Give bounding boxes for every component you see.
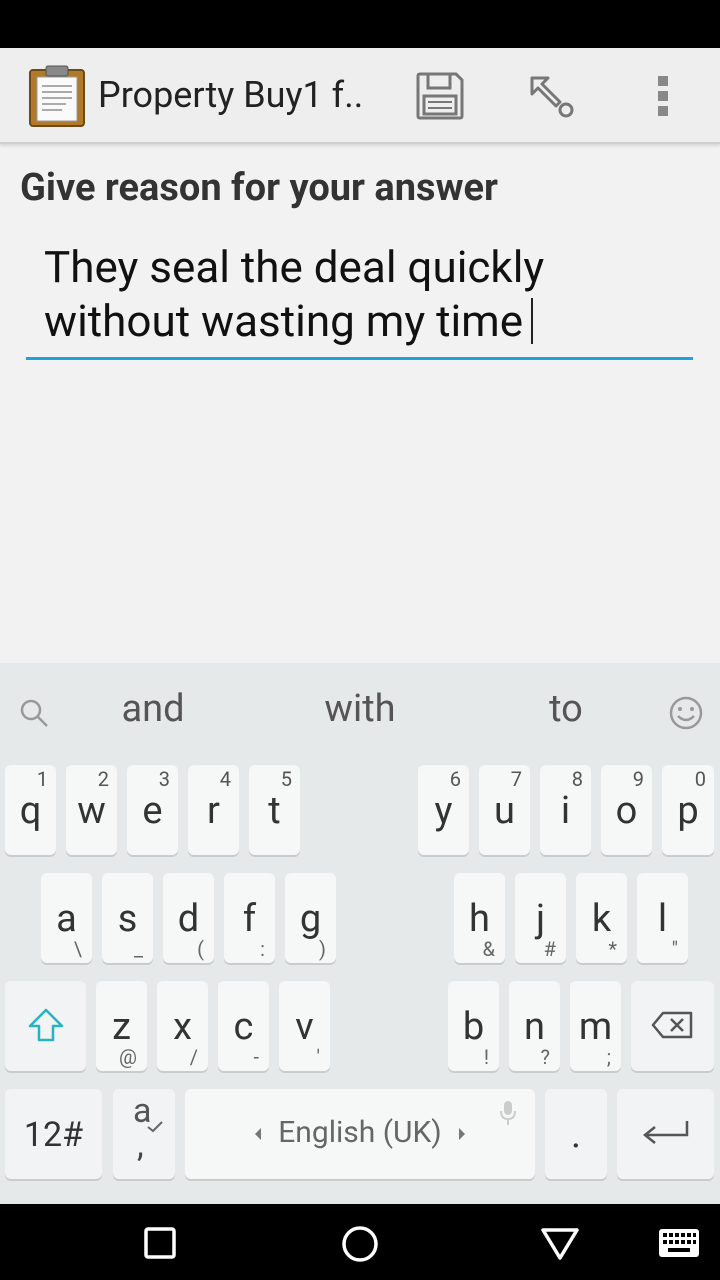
symbols-key[interactable]: 12#: [5, 1089, 102, 1179]
key-x[interactable]: x /: [157, 981, 208, 1071]
status-bar: [0, 0, 720, 48]
chevron-right-icon: [459, 1128, 465, 1140]
key-a[interactable]: a \: [41, 873, 92, 963]
key-c[interactable]: c-: [218, 981, 269, 1071]
microphone-icon: [500, 1101, 516, 1125]
navigation-bar: [0, 1204, 720, 1280]
space-key[interactable]: English (UK): [185, 1089, 535, 1179]
check-icon: [147, 1121, 163, 1133]
app-title: Property Buy1 f..: [98, 74, 364, 116]
search-icon[interactable]: [18, 697, 50, 729]
keyboard-switch-icon[interactable]: [658, 1228, 700, 1258]
key-d[interactable]: d(: [163, 873, 214, 963]
backspace-key[interactable]: [631, 981, 714, 1071]
key-t[interactable]: 5t: [249, 765, 300, 855]
key-p[interactable]: 0p: [662, 765, 714, 855]
key-b[interactable]: b!: [448, 981, 499, 1071]
recents-icon[interactable]: [143, 1226, 177, 1260]
answer-line-1: They seal the deal quickly: [44, 241, 545, 293]
save-icon[interactable]: [414, 70, 466, 122]
clipboard-icon: [29, 65, 85, 127]
app-bar: Property Buy1 f..: [0, 48, 720, 144]
key-n[interactable]: n?: [509, 981, 560, 1071]
suggestion-1[interactable]: and: [63, 687, 243, 731]
key-k[interactable]: k *: [576, 873, 627, 963]
key-s[interactable]: s _: [102, 873, 153, 963]
keyboard: and with to 1q 2w 3e 4r 5t 6y 7u 8i 9o 0…: [0, 663, 720, 1204]
emoji-icon[interactable]: [668, 695, 704, 731]
answer-input[interactable]: They seal the deal quickly without wasti…: [26, 240, 693, 360]
answer-text: They seal the deal quickly without wasti…: [44, 240, 644, 348]
go-to-icon[interactable]: [526, 70, 578, 122]
suggestion-3[interactable]: to: [476, 687, 656, 731]
lang-key-bottom: ,: [137, 1125, 144, 1165]
key-w[interactable]: 2w: [66, 765, 117, 855]
answer-line-2: without wasting my time: [44, 295, 524, 347]
more-icon[interactable]: [640, 70, 688, 122]
key-m[interactable]: m;: [570, 981, 621, 1071]
suggestion-bar: and with to: [0, 663, 720, 759]
key-i[interactable]: 8i: [540, 765, 591, 855]
text-cursor: [531, 298, 534, 344]
key-o[interactable]: 9o: [601, 765, 652, 855]
home-icon[interactable]: [340, 1224, 380, 1264]
key-l[interactable]: l ": [637, 873, 688, 963]
period-key[interactable]: .: [545, 1089, 607, 1179]
key-r[interactable]: 4r: [188, 765, 239, 855]
key-v[interactable]: v ': [279, 981, 330, 1071]
key-f[interactable]: f:: [224, 873, 275, 963]
backspace-icon: [651, 1011, 693, 1039]
enter-key[interactable]: [617, 1089, 714, 1179]
suggestion-2[interactable]: with: [270, 687, 450, 731]
key-e[interactable]: 3e: [127, 765, 178, 855]
enter-icon: [642, 1121, 689, 1144]
language-key[interactable]: a ,: [113, 1089, 175, 1179]
shift-arrow-icon: [28, 1008, 64, 1042]
question-label: Give reason for your answer: [20, 166, 498, 210]
key-u[interactable]: 7u: [479, 765, 530, 855]
key-h[interactable]: h &: [454, 873, 505, 963]
key-z[interactable]: z @: [96, 981, 147, 1071]
key-j[interactable]: j #: [515, 873, 566, 963]
key-g[interactable]: g): [285, 873, 336, 963]
shift-key[interactable]: [5, 981, 86, 1071]
key-q[interactable]: 1q: [5, 765, 56, 855]
back-icon[interactable]: [540, 1226, 580, 1262]
key-y[interactable]: 6y: [418, 765, 469, 855]
